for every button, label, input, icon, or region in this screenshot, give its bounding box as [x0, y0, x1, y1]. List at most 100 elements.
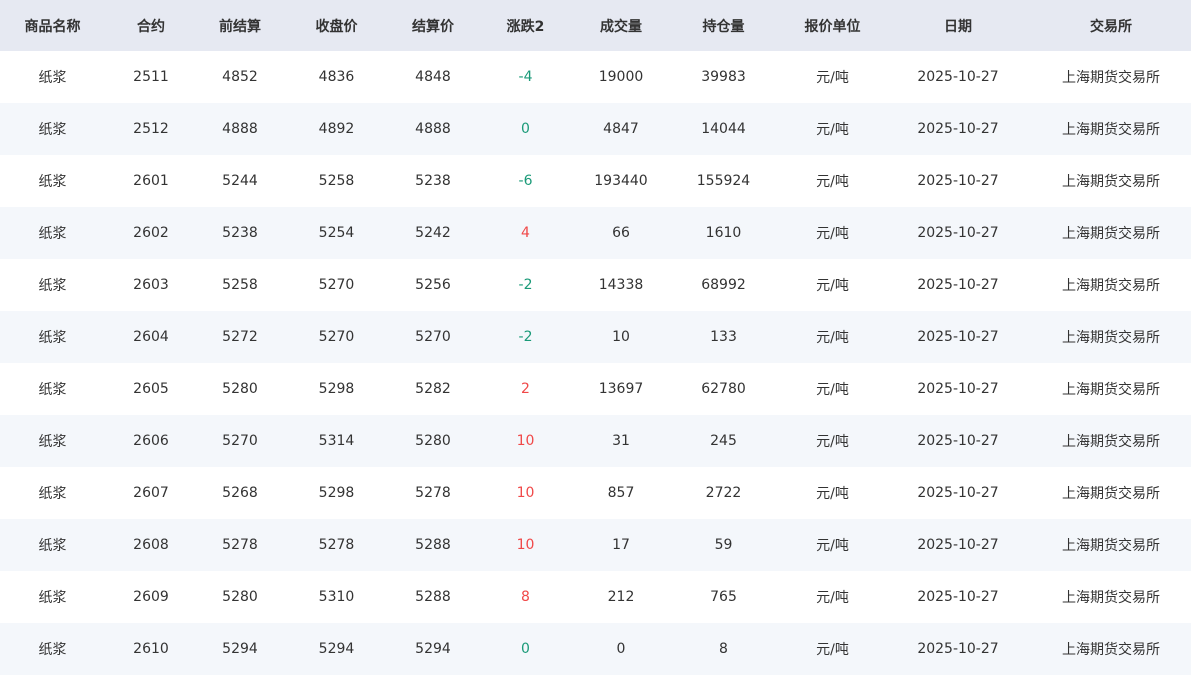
cell-prev-settlement: 4852 [222, 69, 258, 85]
cell-open-interest: 59 [714, 537, 733, 553]
cell-settlement-price: 5270 [415, 329, 451, 345]
header-close-price[interactable]: 收盘价 [283, 0, 390, 51]
table-row[interactable]: 纸浆 2607 5268 5298 5278 10 857 2722 元/吨 2025-10-27… [0, 467, 1191, 519]
cell-volume: 66 [612, 225, 630, 241]
cell-quote-unit: 元/吨 [816, 486, 849, 502]
cell-date: 2025-10-27 [917, 121, 999, 137]
table-row[interactable]: 纸浆 2512 4888 4892 4888 0 4847 14044 元/吨 2025-10-2… [0, 103, 1191, 155]
table-row[interactable]: 纸浆 2605 5280 5298 5282 2 13697 62780 元/吨 2025-10-… [0, 363, 1191, 415]
cell-date: 2025-10-27 [917, 277, 999, 293]
cell-date: 2025-10-27 [917, 173, 999, 189]
cell-exchange: 上海期货交易所 [1062, 642, 1160, 658]
cell-open-interest: 245 [710, 433, 737, 449]
header-prev-settlement[interactable]: 前结算 [197, 0, 283, 51]
cell-change: -6 [518, 173, 533, 189]
cell-product-name: 纸浆 [38, 174, 67, 190]
cell-product-name: 纸浆 [38, 226, 67, 242]
cell-volume: 31 [612, 433, 630, 449]
cell-date: 2025-10-27 [917, 225, 999, 241]
cell-settlement-price: 5238 [415, 173, 451, 189]
cell-settlement-price: 5280 [415, 433, 451, 449]
header-settlement-price[interactable]: 结算价 [390, 0, 476, 51]
cell-quote-unit: 元/吨 [816, 642, 849, 658]
cell-date: 2025-10-27 [917, 381, 999, 397]
cell-date: 2025-10-27 [917, 433, 999, 449]
cell-contract: 2602 [133, 225, 169, 241]
cell-prev-settlement: 5268 [222, 485, 258, 501]
cell-prev-settlement: 5258 [222, 277, 258, 293]
table-row[interactable]: 纸浆 2603 5258 5270 5256 -2 14338 68992 元/吨 2025-10… [0, 259, 1191, 311]
cell-prev-settlement: 5278 [222, 537, 258, 553]
table-row[interactable]: 纸浆 2606 5270 5314 5280 10 31 245 元/吨 2025-10-27 上海… [0, 415, 1191, 467]
cell-date: 2025-10-27 [917, 69, 999, 85]
table-row[interactable]: 纸浆 2610 5294 5294 5294 0 0 8 元/吨 2025-10-27 上海期货交易… [0, 623, 1191, 675]
cell-prev-settlement: 5244 [222, 173, 258, 189]
cell-contract: 2511 [133, 69, 169, 85]
cell-settlement-price: 5278 [415, 485, 451, 501]
table-row[interactable]: 纸浆 2601 5244 5258 5238 -6 193440 155924 元/吨 2025-… [0, 155, 1191, 207]
cell-contract: 2512 [133, 121, 169, 137]
cell-change: 10 [516, 433, 535, 449]
header-date[interactable]: 日期 [885, 0, 1031, 51]
cell-contract: 2603 [133, 277, 169, 293]
cell-contract: 2605 [133, 381, 169, 397]
cell-open-interest: 8 [719, 641, 728, 657]
cell-settlement-price: 4848 [415, 69, 451, 85]
cell-change: 10 [516, 485, 535, 501]
cell-change: 2 [521, 381, 530, 397]
cell-exchange: 上海期货交易所 [1062, 434, 1160, 450]
cell-product-name: 纸浆 [38, 278, 67, 294]
cell-volume: 19000 [598, 69, 644, 85]
cell-open-interest: 1610 [705, 225, 742, 241]
header-exchange[interactable]: 交易所 [1031, 0, 1191, 51]
cell-open-interest: 39983 [701, 69, 746, 85]
cell-volume: 17 [612, 537, 630, 553]
cell-quote-unit: 元/吨 [816, 70, 849, 86]
cell-exchange: 上海期货交易所 [1062, 122, 1160, 138]
cell-volume: 14338 [598, 277, 644, 293]
header-change[interactable]: 涨跌2 [476, 0, 575, 51]
cell-prev-settlement: 4888 [222, 121, 258, 137]
table-row[interactable]: 纸浆 2608 5278 5278 5288 10 17 59 元/吨 2025-10-27 上海期… [0, 519, 1191, 571]
cell-prev-settlement: 5270 [222, 433, 258, 449]
cell-prev-settlement: 5238 [222, 225, 258, 241]
cell-product-name: 纸浆 [38, 486, 67, 502]
cell-close-price: 4836 [318, 69, 355, 85]
header-contract[interactable]: 合约 [105, 0, 197, 51]
cell-change: 0 [521, 641, 530, 657]
cell-close-price: 5270 [318, 277, 355, 293]
cell-quote-unit: 元/吨 [816, 174, 849, 190]
cell-prev-settlement: 5280 [222, 589, 258, 605]
cell-change: 8 [521, 589, 530, 605]
cell-product-name: 纸浆 [38, 70, 67, 86]
header-quote-unit[interactable]: 报价单位 [780, 0, 885, 51]
table-row[interactable]: 纸浆 2602 5238 5254 5242 4 66 1610 元/吨 2025-10-27 上海… [0, 207, 1191, 259]
header-product-name[interactable]: 商品名称 [0, 0, 105, 51]
cell-close-price: 5254 [318, 225, 355, 241]
cell-product-name: 纸浆 [38, 382, 67, 398]
cell-contract: 2601 [133, 173, 169, 189]
cell-date: 2025-10-27 [917, 589, 999, 605]
table-row[interactable]: 纸浆 2609 5280 5310 5288 8 212 765 元/吨 2025-10-27 上海… [0, 571, 1191, 623]
cell-change: -2 [518, 329, 533, 345]
cell-quote-unit: 元/吨 [816, 122, 849, 138]
table-row[interactable]: 纸浆 2511 4852 4836 4848 -4 19000 39983 元/吨 2025-10… [0, 51, 1191, 103]
cell-product-name: 纸浆 [38, 434, 67, 450]
cell-exchange: 上海期货交易所 [1062, 174, 1160, 190]
cell-quote-unit: 元/吨 [816, 330, 849, 346]
cell-exchange: 上海期货交易所 [1062, 590, 1160, 606]
cell-exchange: 上海期货交易所 [1062, 486, 1160, 502]
cell-prev-settlement: 5280 [222, 381, 258, 397]
table-row[interactable]: 纸浆 2604 5272 5270 5270 -2 10 133 元/吨 2025-10-27 上海… [0, 311, 1191, 363]
cell-volume: 10 [612, 329, 630, 345]
cell-close-price: 5270 [318, 329, 355, 345]
header-open-interest[interactable]: 持仓量 [667, 0, 780, 51]
cell-exchange: 上海期货交易所 [1062, 70, 1160, 86]
cell-open-interest: 133 [710, 329, 737, 345]
cell-close-price: 5298 [318, 485, 355, 501]
header-volume[interactable]: 成交量 [575, 0, 667, 51]
cell-quote-unit: 元/吨 [816, 590, 849, 606]
cell-change: -2 [518, 277, 533, 293]
cell-settlement-price: 5256 [415, 277, 451, 293]
cell-quote-unit: 元/吨 [816, 382, 849, 398]
